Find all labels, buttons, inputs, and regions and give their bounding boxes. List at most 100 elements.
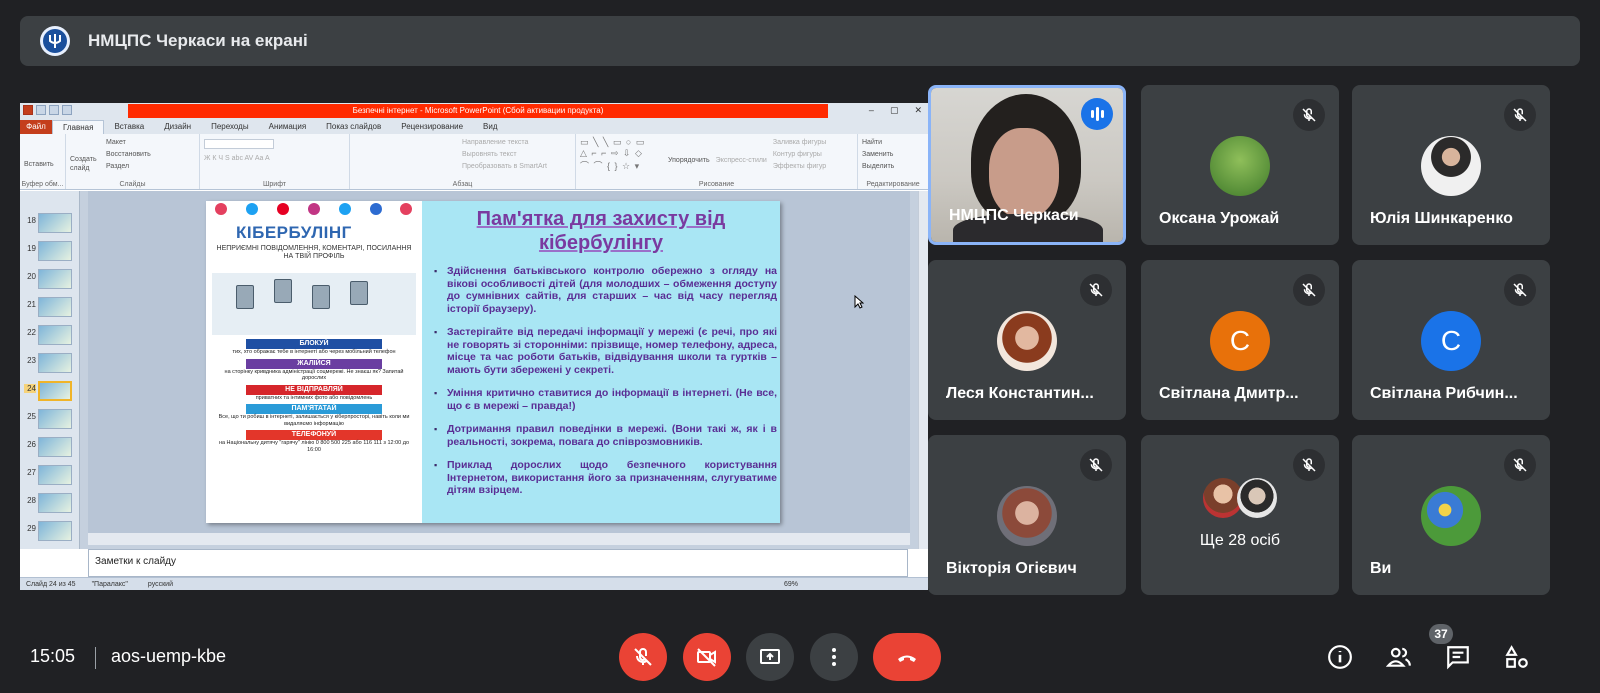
mic-off-icon <box>1293 99 1325 131</box>
participant-name: Оксана Урожай <box>1159 210 1280 227</box>
minimize-icon: – <box>868 105 874 115</box>
present-button[interactable] <box>746 633 794 681</box>
slide-thumb: 18 <box>24 213 76 235</box>
participant-name: Ви <box>1370 560 1392 577</box>
ribbon-group-font: Ж К Ч S abc AV Aa A Шрифт <box>200 134 350 189</box>
undo-icon <box>49 105 59 115</box>
participant-name: Вікторія Огієвич <box>946 560 1077 577</box>
participant-name: Леся Константин... <box>946 385 1094 402</box>
quick-access-toolbar <box>23 105 72 115</box>
participant-tile[interactable]: Оксана Урожай <box>1141 85 1339 245</box>
participant-tile-self[interactable]: Ви <box>1352 435 1550 595</box>
pp-workspace: 18 19 20 21 22 23 24 25 26 27 28 29 КІБЕ… <box>20 191 928 549</box>
camera-off-icon <box>697 648 716 667</box>
more-participants-tile[interactable]: Ще 28 осіб <box>1141 435 1339 595</box>
participant-name: Світлана Рибчин... <box>1370 385 1518 402</box>
avatar-initial: С <box>1210 311 1270 371</box>
slide-counter: Слайд 24 из 45 <box>26 580 76 588</box>
rule-item: ЖАЛІЙСЯ на сторінку кривдника адміністра… <box>216 358 412 382</box>
activities-icon <box>1505 645 1528 668</box>
divider <box>95 647 96 669</box>
mic-off-icon <box>1293 274 1325 306</box>
slide-thumb: 26 <box>24 437 76 459</box>
group-label: Буфер обм... <box>21 181 64 188</box>
slide-thumb: 20 <box>24 269 76 291</box>
slide-thumbnails: 18 19 20 21 22 23 24 25 26 27 28 29 <box>20 191 80 549</box>
participant-name: Юлія Шинкаренко <box>1370 210 1513 227</box>
tab-slideshow: Показ слайдов <box>326 122 382 131</box>
meeting-details-button[interactable] <box>1323 640 1357 674</box>
avatar <box>1210 136 1270 196</box>
horizontal-scrollbar <box>88 533 910 545</box>
slide-notes: Заметки к слайду <box>88 549 908 577</box>
activities-button[interactable] <box>1500 640 1534 674</box>
more-options-button[interactable] <box>810 633 858 681</box>
presenting-title: НМЦПС Черкаси на екрані <box>88 31 308 50</box>
tab-home: Главная <box>52 120 105 134</box>
present-screen-icon <box>760 649 780 664</box>
mic-off-icon <box>1080 274 1112 306</box>
maximize-icon: ▢ <box>889 105 899 115</box>
layout-button: Макет <box>106 139 126 146</box>
smartart-button: Преобразовать в SmartArt <box>462 163 547 170</box>
stacked-avatars <box>1203 478 1283 518</box>
mic-toggle-button[interactable] <box>619 633 667 681</box>
close-icon: ✕ <box>914 105 922 115</box>
tab-file: Файл <box>20 120 52 134</box>
group-label: Слайды <box>119 181 146 188</box>
cyberbullying-subtitle: НЕПРИЄМНІ ПОВІДОМЛЕННЯ, КОМЕНТАРІ, ПОСИЛ… <box>216 245 412 260</box>
mic-off-icon <box>1504 99 1536 131</box>
shared-screen: Безпечні інтернет - Microsoft PowerPoint… <box>20 103 928 590</box>
participant-tile[interactable]: Леся Константин... <box>928 260 1126 420</box>
pp-statusbar: Слайд 24 из 45 "Паралакс" русский 69% <box>20 577 928 590</box>
current-time: 15:05 <box>30 646 76 666</box>
slide-thumb: 27 <box>24 465 76 487</box>
memo-bullet: Застерігайте від передачі інформації у м… <box>432 326 777 376</box>
shapes-gallery: ▭ ╲ ╲ ▭ ○ ▭ △ ⌐ ⌐ ⇨ ⇩ ◇ ⌒ ⌒ { } ☆ ▾ <box>580 137 646 171</box>
rule-item: ТЕЛЕФОНУЙ на Національну дитячу "гарячу"… <box>216 430 412 453</box>
ribbon-group-clipboard: Вставить Буфер обм... <box>20 134 66 189</box>
group-label: Рисование <box>698 181 735 188</box>
tab-transitions: Переходы <box>211 122 249 131</box>
pp-titlebar: Безпечні інтернет - Microsoft PowerPoint… <box>20 103 928 120</box>
camera-toggle-button[interactable] <box>683 633 731 681</box>
save-icon <box>36 105 46 115</box>
tab-design: Дизайн <box>164 122 192 131</box>
slide-thumb: 22 <box>24 325 76 347</box>
people-button[interactable] <box>1382 640 1416 674</box>
section-button: Раздел <box>106 163 130 170</box>
ribbon-group-paragraph: Направление текста Выровнять текст Преоб… <box>350 134 576 189</box>
align-text-button: Выровнять текст <box>462 151 517 158</box>
participant-tile[interactable]: Вікторія Огієвич <box>928 435 1126 595</box>
rule-title: ЖАЛІЙСЯ <box>246 358 382 369</box>
group-label: Редактирование <box>866 181 920 188</box>
participant-name: Світлана Дмитр... <box>1159 385 1299 402</box>
hang-up-icon <box>898 655 916 662</box>
participant-tile[interactable]: С Світлана Дмитр... <box>1141 260 1339 420</box>
avatar <box>1421 136 1481 196</box>
participant-name: НМЦПС Черкаси <box>949 207 1079 224</box>
chat-button[interactable] <box>1441 640 1475 674</box>
memo-bullet: Здійснення батьківського контролю обереж… <box>432 265 777 315</box>
rule-item: БЛОКУЙ тих, хто ображає тебе в інтернеті… <box>216 339 412 356</box>
font-format-buttons: Ж К Ч S abc AV Aa A <box>204 155 270 162</box>
pp-ribbon: Вставить Буфер обм... Создать слайд Маке… <box>20 134 928 190</box>
rule-title: БЛОКУЙ <box>246 339 382 349</box>
speaking-indicator-icon <box>1081 98 1113 130</box>
paste-button: Вставить <box>24 161 54 168</box>
leave-call-button[interactable] <box>873 633 941 681</box>
text-direction-button: Направление текста <box>462 139 529 146</box>
participant-tile[interactable]: Юлія Шинкаренко <box>1352 85 1550 245</box>
participant-tile-presenter[interactable]: НМЦПС Черкаси <box>928 85 1126 245</box>
powerpoint-icon <box>23 105 33 115</box>
participant-tile[interactable]: С Світлана Рибчин... <box>1352 260 1550 420</box>
slide-thumb-selected: 24 <box>24 381 76 403</box>
avatar <box>997 311 1057 371</box>
slide-thumb: 29 <box>24 521 76 543</box>
find-button: Найти <box>862 139 882 146</box>
select-button: Выделить <box>862 163 895 170</box>
rule-text: на Національну дитячу "гарячу" лінію 0 8… <box>218 440 410 453</box>
font-name-field <box>204 139 274 149</box>
slide-canvas: КІБЕРБУЛІНГ НЕПРИЄМНІ ПОВІДОМЛЕННЯ, КОМЕ… <box>88 191 910 533</box>
cyberbullying-title: КІБЕРБУЛІНГ <box>236 223 352 242</box>
